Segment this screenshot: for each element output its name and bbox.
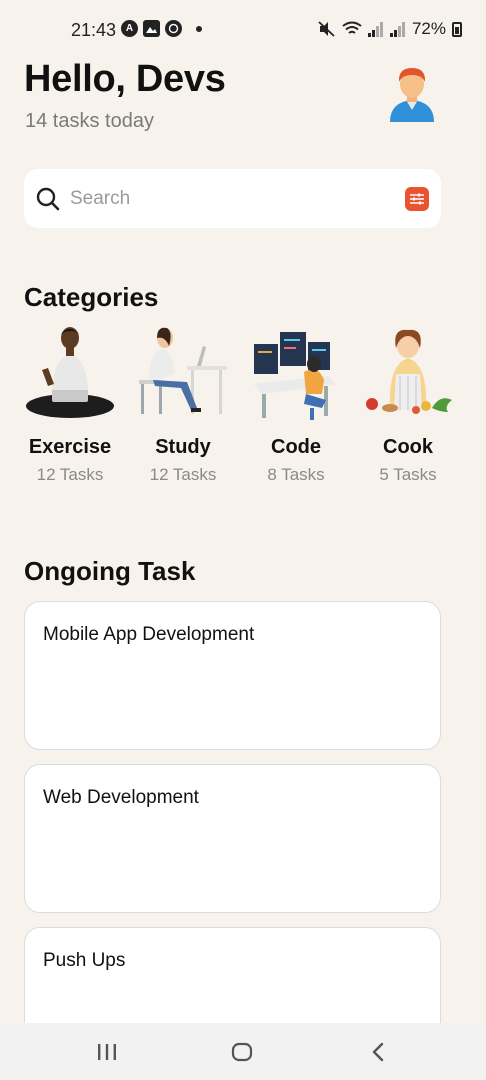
home-button[interactable] — [222, 1037, 262, 1067]
category-count: 12 Tasks — [149, 465, 217, 484]
task-card[interactable]: Web Development — [24, 764, 441, 913]
recent-apps-icon — [98, 1044, 116, 1060]
search-bar — [24, 169, 441, 228]
sliders-icon — [410, 193, 424, 205]
study-illustration — [139, 327, 227, 414]
recent-apps-button[interactable] — [87, 1037, 127, 1067]
battery-percent: 72% — [411, 19, 446, 38]
system-navigation-bar — [0, 1023, 486, 1080]
status-time: 21:43 — [71, 20, 117, 40]
notification-icons: A — [121, 20, 202, 37]
app-screen: 21:43 A 72% Hello, Devs 14 tasks today S… — [0, 0, 486, 1080]
category-name: Exercise — [28, 436, 112, 458]
avatar[interactable] — [384, 64, 440, 124]
mute-icon — [318, 21, 335, 37]
filter-button[interactable] — [405, 187, 429, 211]
back-button[interactable] — [358, 1037, 398, 1067]
category-count: 8 Tasks — [267, 465, 325, 484]
tasks-today-subtitle: 14 tasks today — [25, 110, 154, 132]
system-icons: 72% — [318, 19, 462, 39]
search-input[interactable] — [70, 183, 390, 215]
exercise-illustration — [26, 327, 114, 418]
category-name: Cook — [383, 436, 433, 458]
category-count: 5 Tasks — [379, 465, 437, 484]
category-name: Code — [271, 436, 321, 458]
home-icon — [231, 1042, 253, 1062]
gallery-icon — [143, 20, 160, 37]
dot-icon — [196, 25, 202, 32]
back-icon — [372, 1042, 384, 1062]
task-title: Web Development — [43, 787, 199, 808]
task-card[interactable]: Mobile App Development — [24, 601, 441, 750]
search-icon — [36, 187, 60, 211]
status-bar: 21:43 A 72% — [0, 0, 486, 58]
greeting-title: Hello, Devs — [24, 58, 226, 100]
category-name: Study — [155, 436, 211, 458]
battery-icon — [452, 21, 462, 37]
task-title: Push Ups — [43, 950, 126, 971]
wifi-icon — [342, 21, 362, 34]
category-cook[interactable]: Cook 5 Tasks — [360, 324, 456, 485]
code-illustration — [254, 332, 336, 420]
android-auto-icon: A — [121, 20, 138, 37]
category-code[interactable]: Code 8 Tasks — [248, 324, 344, 485]
category-count: 12 Tasks — [36, 465, 104, 484]
signal-icon — [367, 21, 383, 37]
ongoing-task-title: Ongoing Task — [24, 556, 196, 586]
categories-title: Categories — [24, 282, 159, 312]
category-study[interactable]: Study 12 Tasks — [135, 324, 231, 485]
category-exercise[interactable]: Exercise 12 Tasks — [22, 324, 118, 485]
task-title: Mobile App Development — [43, 624, 255, 645]
signal-icon — [389, 21, 405, 37]
cook-illustration — [366, 329, 452, 414]
whatsapp-icon — [165, 20, 182, 37]
